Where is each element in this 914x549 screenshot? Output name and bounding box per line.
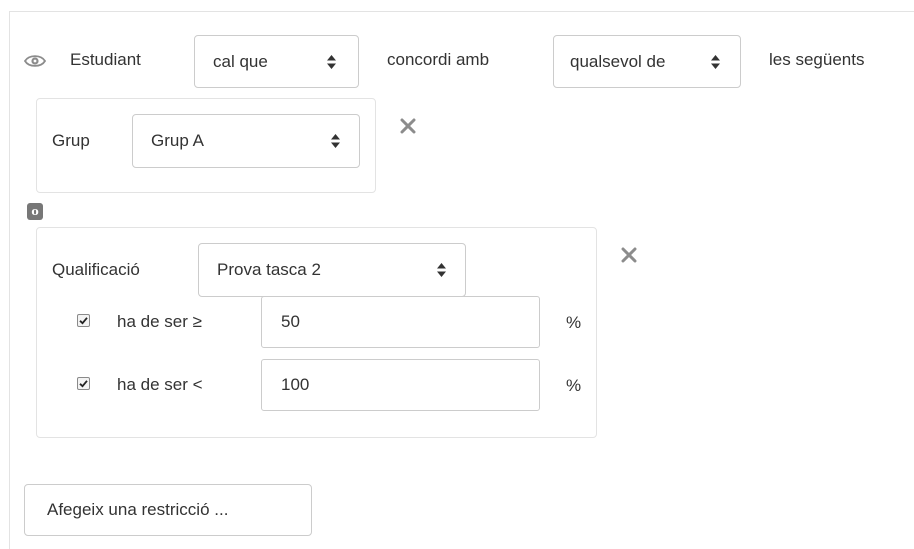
match-label: concordi amb (387, 50, 490, 69)
min-grade-value: 50 (281, 312, 300, 331)
close-icon[interactable] (400, 118, 416, 134)
must-select[interactable]: cal que (194, 35, 359, 88)
max-unit-label: % (566, 376, 582, 395)
operator-badge: o (27, 203, 43, 220)
grade-item-select[interactable]: Prova tasca 2 (198, 243, 466, 297)
eye-icon[interactable] (23, 53, 47, 69)
add-restriction-button[interactable]: Afegeix una restricció ... (24, 484, 312, 536)
match-select[interactable]: qualsevol de (553, 35, 741, 88)
sort-caret-icon (331, 134, 340, 148)
sort-caret-icon (327, 54, 336, 69)
subject-label: Estudiant (70, 50, 141, 69)
check-icon (79, 317, 88, 325)
min-grade-input[interactable]: 50 (261, 296, 540, 348)
group-select[interactable]: Grup A (132, 114, 360, 168)
max-grade-value: 100 (281, 375, 310, 394)
sort-caret-icon (711, 54, 720, 69)
min-unit-label: % (566, 313, 582, 332)
following-label: les següents (769, 50, 865, 69)
grade-item-select-value: Prova tasca 2 (217, 260, 321, 279)
max-label: ha de ser < (117, 375, 203, 394)
sort-caret-icon (437, 263, 446, 277)
match-select-value: qualsevol de (570, 51, 666, 71)
max-grade-input[interactable]: 100 (261, 359, 540, 411)
min-label: ha de ser ≥ (117, 312, 202, 331)
max-checkbox[interactable] (77, 377, 90, 390)
min-checkbox[interactable] (77, 314, 90, 327)
must-select-value: cal que (213, 51, 268, 71)
group-select-value: Grup A (151, 131, 204, 150)
close-icon[interactable] (621, 247, 637, 263)
check-icon (79, 380, 88, 388)
group-label: Grup (52, 131, 90, 150)
grade-label: Qualificació (52, 260, 140, 279)
